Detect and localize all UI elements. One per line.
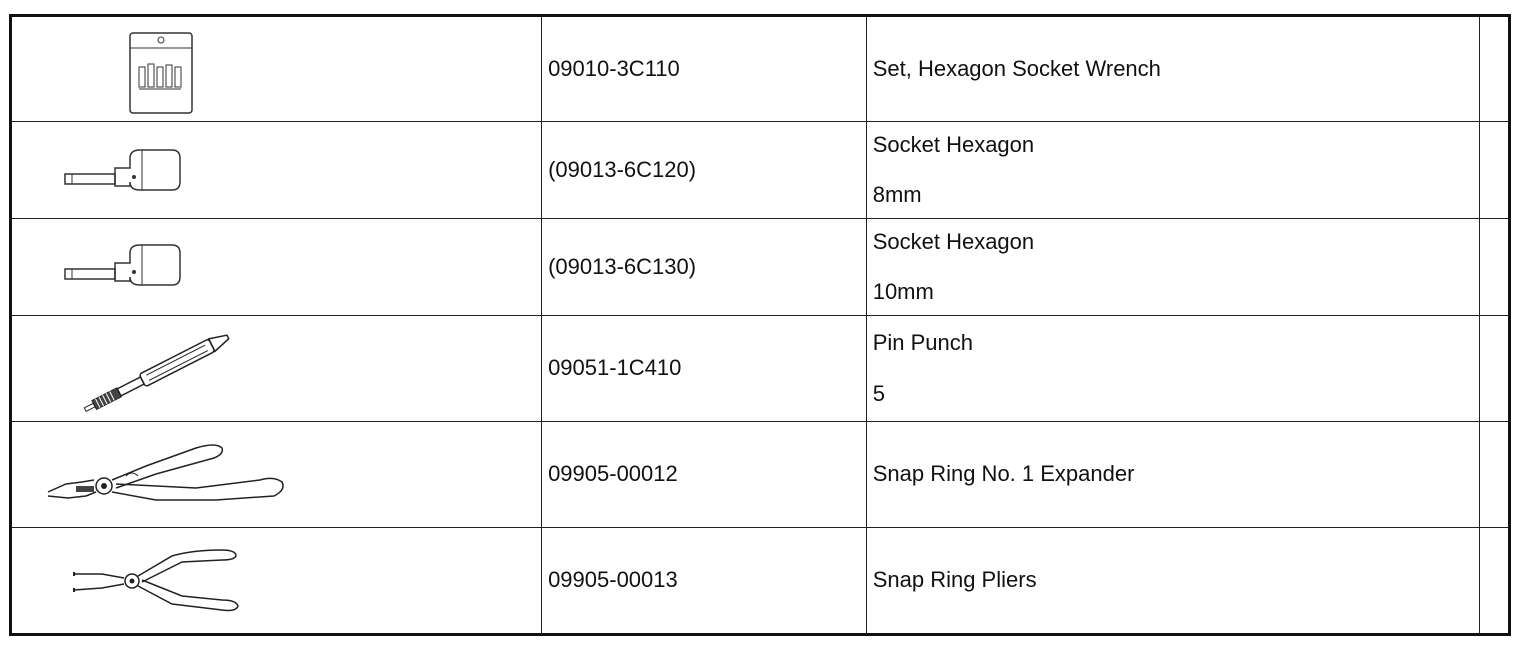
tool-name-cell: Socket Hexagon 8mm	[865, 121, 1480, 219]
part-number: (09013-6C130)	[548, 253, 697, 279]
empty-cell	[1478, 315, 1511, 422]
part-number-cell: 09905-00012	[541, 421, 867, 528]
hexagon-socket-icon	[64, 244, 181, 286]
tool-name: Snap Ring Pliers	[872, 567, 1037, 593]
tool-name: Snap Ring No. 1 Expander	[872, 461, 1135, 487]
table-row: 09905-00012 Snap Ring No. 1 Expander	[9, 421, 1511, 528]
empty-cell	[1478, 218, 1511, 316]
part-number-cell: 09051-1C410	[541, 315, 867, 422]
part-number: (09013-6C120)	[548, 156, 697, 182]
table-row: (09013-6C120) Socket Hexagon 8mm	[9, 121, 1511, 219]
illustration-cell	[9, 527, 543, 635]
part-number: 09051-1C410	[548, 355, 682, 381]
tool-size: 8mm	[872, 182, 922, 207]
special-tools-table: 09010-3C110 Set, Hexagon Socket Wrench (…	[9, 14, 1511, 636]
empty-cell	[1478, 121, 1511, 219]
part-number: 09010-3C110	[548, 55, 680, 81]
table-row: 09905-00013 Snap Ring Pliers	[9, 527, 1511, 635]
part-number-cell: 09905-00013	[541, 527, 867, 635]
tool-name-cell: Snap Ring Pliers	[865, 527, 1480, 635]
tool-name: Set, Hexagon Socket Wrench	[872, 55, 1161, 81]
tool-name: Socket Hexagon	[872, 228, 1035, 254]
snap-ring-expander-icon	[47, 444, 284, 501]
table-row: (09013-6C130) Socket Hexagon 10mm	[9, 218, 1511, 316]
empty-cell	[1478, 527, 1511, 635]
part-number-cell: 09010-3C110	[541, 15, 867, 122]
part-number-cell: (09013-6C130)	[541, 218, 867, 316]
snap-ring-pliers-icon	[73, 549, 239, 612]
illustration-cell	[9, 421, 543, 528]
part-number: 09905-00012	[548, 461, 678, 487]
hexagon-socket-wrench-set-icon	[129, 32, 193, 114]
part-number-cell: (09013-6C120)	[541, 121, 867, 219]
illustration-cell	[9, 315, 543, 422]
empty-cell	[1478, 421, 1511, 528]
tool-name-cell: Snap Ring No. 1 Expander	[865, 421, 1480, 528]
tool-name-cell: Set, Hexagon Socket Wrench	[865, 15, 1480, 122]
tool-name-cell: Pin Punch 5	[865, 315, 1480, 422]
tool-name: Pin Punch	[872, 330, 973, 356]
pin-punch-icon	[83, 334, 230, 413]
illustration-cell	[9, 15, 543, 122]
tool-size: 5	[872, 380, 885, 406]
illustration-cell	[9, 218, 543, 316]
tool-name-cell: Socket Hexagon 10mm	[865, 218, 1480, 316]
part-number: 09905-00013	[548, 567, 678, 593]
tool-size: 10mm	[872, 279, 934, 304]
tool-name: Socket Hexagon	[872, 131, 1035, 157]
illustration-cell	[9, 121, 543, 219]
hexagon-socket-icon	[64, 149, 181, 191]
table-row: 09051-1C410 Pin Punch 5	[9, 315, 1511, 422]
table-row: 09010-3C110 Set, Hexagon Socket Wrench	[9, 15, 1511, 122]
empty-cell	[1478, 15, 1511, 122]
